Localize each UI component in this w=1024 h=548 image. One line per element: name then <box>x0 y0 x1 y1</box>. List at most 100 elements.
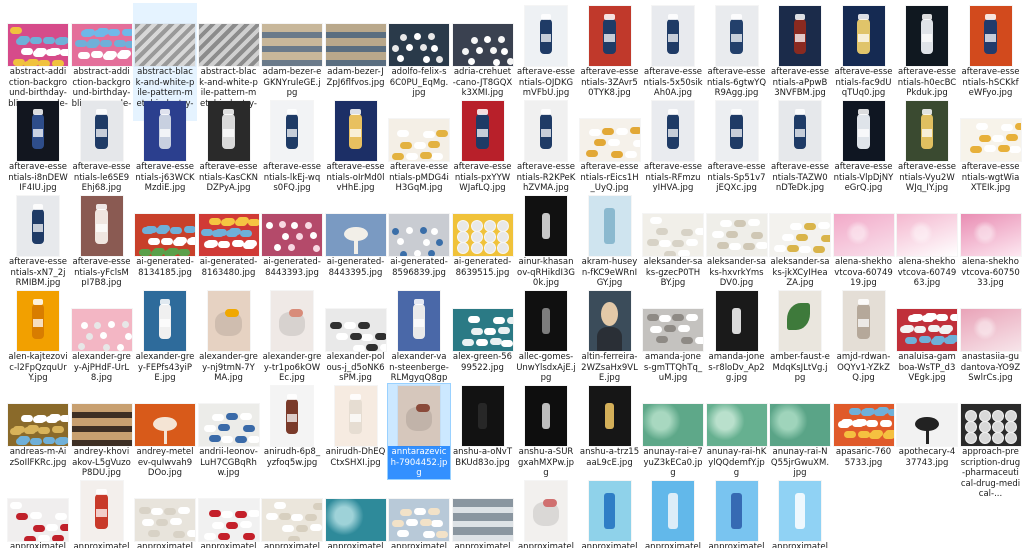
file-item[interactable]: afterave-essentials-6gtwYQR9Agg.jpg <box>705 3 769 100</box>
file-item[interactable]: alexander-grey-FEPfs43yiPE.jpg <box>133 288 197 385</box>
file-item[interactable]: adolfo-felix-s6C0PU_EqMg.jpg <box>387 3 451 100</box>
thumbnail-frame <box>325 4 387 66</box>
file-item[interactable]: anproximately-7.jpg <box>387 478 451 548</box>
file-item[interactable]: anproximately-13.jpg <box>768 478 832 548</box>
file-item[interactable]: anproximately-12.jpg <box>705 478 769 548</box>
file-item[interactable]: afterave-essentials-lkEj-wqs0FQ.jpg <box>260 98 324 195</box>
file-item[interactable]: anunay-rai-NQ55jrGwuXM.jpg <box>768 383 832 480</box>
file-item[interactable]: afterave-essentials-h0ecBCPkduk.jpg <box>895 3 959 100</box>
file-item[interactable]: anproximately-3.jpg <box>133 478 197 548</box>
file-item[interactable]: alena-shekhovtcova-6074919.jpg <box>832 193 896 290</box>
file-item[interactable]: adam-bezer-eGKNYruleGE.jpg <box>260 3 324 100</box>
file-item[interactable]: afterave-essentials-xN7_2jRMIBM.jpg <box>6 193 70 290</box>
file-item[interactable]: anproximately-6.jpg <box>324 478 388 548</box>
file-item[interactable]: andrii-leonov-LuH7CGBqRhw.jpg <box>197 383 261 480</box>
file-item[interactable]: ai-generated-8443395.jpg <box>324 193 388 279</box>
file-item[interactable]: altin-ferreira-2WZsaHx9VLE.jpg <box>578 288 642 385</box>
file-item[interactable]: anproximately-5.jpg <box>260 478 324 548</box>
file-item[interactable]: afterave-essentials-VlpDjNYeGrQ.jpg <box>832 98 896 195</box>
file-item[interactable]: anunay-rai-e7yuZ3kECa0.jpg <box>641 383 705 480</box>
file-item[interactable]: aleksander-saks-jkXCyIHeaZA.jpg <box>768 193 832 290</box>
file-item[interactable]: afterave-essentials-RFmzuyIHVA.jpg <box>641 98 705 195</box>
file-item[interactable]: afterave-essentials-TAZW0nDTeDk.jpg <box>768 98 832 195</box>
thumbnail-frame <box>388 479 450 541</box>
file-item[interactable]: afterave-essentials-aPpwB3NVFBM.jpg <box>768 3 832 100</box>
file-item[interactable]: anunay-rai-hKylQQdemfY.jpg <box>705 383 769 480</box>
image-thumbnail <box>262 214 322 256</box>
file-item[interactable]: ai-generated-8639515.jpg <box>451 193 515 279</box>
file-item[interactable]: aleksander-saks-gzecP0THBY.jpg <box>641 193 705 290</box>
file-item[interactable]: afterave-essentials-yFclsMpI7B8.jpg <box>70 193 134 290</box>
file-item[interactable]: alen-kajtezovic-l2FpQzquUrY.jpg <box>6 288 70 385</box>
file-item[interactable]: alexander-grey-nj9tmN-7YMA.jpg <box>197 288 261 385</box>
file-item[interactable]: adam-bezer-JZpJ6flfvos.jpg <box>324 3 388 89</box>
file-item[interactable]: alexander-grey-AjPHdF-UrL8.jpg <box>70 288 134 385</box>
file-item[interactable]: amanda-jones-gmTTQhTq_uM.jpg <box>641 288 705 385</box>
file-item[interactable]: amber-faust-eMdqKsJLtVg.jpg <box>768 288 832 385</box>
file-item[interactable]: alena-shekhovtcova-6075033.jpg <box>959 193 1023 290</box>
file-name-label: anntarazevich-7904452.jpg <box>388 446 450 479</box>
file-item[interactable]: alex-green-5699522.jpg <box>451 288 515 374</box>
file-item[interactable]: andrey-khoviakov-L5gVuzoP8DU.jpg <box>70 383 134 480</box>
file-item[interactable]: anshu-a-trz15aaL9cE.jpg <box>578 383 642 469</box>
image-thumbnail <box>588 6 631 66</box>
file-item[interactable]: afterave-essentials-R2KPeKhZVMA.jpg <box>514 98 578 195</box>
file-item[interactable]: ai-generated-8596839.jpg <box>387 193 451 279</box>
file-item[interactable]: ai-generated-8443393.jpg <box>260 193 324 279</box>
file-item[interactable]: allec-gomes-UnwYlsdxAjE.jpg <box>514 288 578 385</box>
file-item[interactable]: ainur-khasanov-qRHikdI3G0k.jpg <box>514 193 578 290</box>
file-item[interactable]: afterave-essentials-pMDG4iH3GqM.jpg <box>387 98 451 195</box>
file-item[interactable]: amanda-jones-r8loDv_Ap2g.jpg <box>705 288 769 385</box>
file-item[interactable]: anirudh-6p8_yzfoq5w.jpg <box>260 383 324 469</box>
file-item[interactable]: alena-shekhovtcova-6074963.jpg <box>895 193 959 290</box>
file-item[interactable]: apasaric-7605733.jpg <box>832 383 896 469</box>
file-item[interactable]: anshu-a-SURgxahMXPw.jpg <box>514 383 578 480</box>
file-item[interactable]: afterave-essentials-i8nDEWIF4IU.jpg <box>6 98 70 195</box>
file-item[interactable]: alexander-grey-tr1po6kOWEc.jpg <box>260 288 324 385</box>
file-item[interactable]: afterave-essentials-j63WCKMzdiE.jpg <box>133 98 197 195</box>
file-item[interactable]: apothecary-437743.jpg <box>895 383 959 469</box>
file-item[interactable]: anshu-a-oNvTBKUd83o.jpg <box>451 383 515 469</box>
file-item[interactable]: afterave-essentials-Sp51v7jEQXc.jpg <box>705 98 769 195</box>
thumbnail-frame <box>769 384 831 446</box>
file-item[interactable]: anproximately-9.jpg <box>514 478 578 548</box>
thumbnail-frame <box>452 4 514 66</box>
file-name-label: ainur-khasanov-qRHikdI3G0k.jpg <box>517 257 575 288</box>
file-item[interactable]: afterave-essentials-pxYYWWJafLQ.jpg <box>451 98 515 195</box>
file-item[interactable]: anproximately-2.jpg <box>70 478 134 548</box>
file-item[interactable]: afterave-essentials-rEics1H_UyQ.jpg <box>578 98 642 195</box>
file-item[interactable]: ai-generated-8134185.jpg <box>133 193 197 279</box>
file-item[interactable]: amjd-rdwan-OQYv1-YZkZQ.jpg <box>832 288 896 385</box>
file-item[interactable]: anntarazevich-7904452.jpg <box>387 383 451 480</box>
file-item[interactable]: andrey-metelev-quIwvah9DOo.jpg <box>133 383 197 480</box>
file-item[interactable]: anproximately-8.jpg <box>451 478 515 548</box>
file-item[interactable]: aleksander-saks-hxvrkYmsDV0.jpg <box>705 193 769 290</box>
file-item[interactable]: akram-huseyn-fKC9eWRnIGY.jpg <box>578 193 642 290</box>
file-item[interactable]: alexander-polous-j_d5oNK6sPM.jpg <box>324 288 388 385</box>
file-item[interactable]: anproximately-11.jpg <box>641 478 705 548</box>
file-item[interactable]: anirudh-DhEQCtxSHXI.jpg <box>324 383 388 469</box>
file-item[interactable]: afterave-essentials-KasCKNDZPyA.jpg <box>197 98 261 195</box>
file-item[interactable]: anproximately-10.jpg <box>578 478 642 548</box>
file-item[interactable]: afterave-essentials-wgtWiaXTEIk.jpg <box>959 98 1023 195</box>
thumbnail-frame <box>261 99 323 161</box>
file-item[interactable]: afterave-essentials-le6SE9Ehj68.jpg <box>70 98 134 195</box>
file-item[interactable]: adria-crehuet-cano-JT8GQXk3XMI.jpg <box>451 3 515 100</box>
file-item[interactable]: anastasiia-gudantova-YO9ZSwlrCs.jpg <box>959 288 1023 385</box>
file-item[interactable]: anproximately-4.jpg <box>197 478 261 548</box>
file-item[interactable]: alexander-van-steenberge-RLMgyqQ8gpA.jpg <box>387 288 451 395</box>
file-name-label: adria-crehuet-cano-JT8GQXk3XMI.jpg <box>452 67 513 98</box>
file-item[interactable]: afterave-essentials-Vyu2WWJq_IY.jpg <box>895 98 959 195</box>
file-item[interactable]: afterave-essentials-OJDKGmVFbU.jpg <box>514 3 578 100</box>
file-name-label: aleksander-saks-hxvrkYmsDV0.jpg <box>706 257 767 288</box>
file-item[interactable]: afterave-essentials-fac9dUqTUq0.jpg <box>832 3 896 100</box>
file-item[interactable]: ai-generated-8163480.jpg <box>197 193 261 279</box>
file-item[interactable]: afterave-essentials-5x50sikAh0A.jpg <box>641 3 705 100</box>
file-item[interactable]: analuisa-gamboa-WsTP_d3VEgk.jpg <box>895 288 959 385</box>
file-item[interactable]: approach-prescription-drug-pharmaceutica… <box>959 383 1023 501</box>
file-item[interactable]: andreas-m-AizSoIlFKRc.jpg <box>6 383 70 469</box>
file-item[interactable]: afterave-essentials-hSCKkfeWFyo.jpg <box>959 3 1023 100</box>
file-item[interactable]: afterave-essentials-oIrMd0lvHhE.jpg <box>324 98 388 195</box>
file-item[interactable]: afterave-essentials-3ZAvr50TYK8.jpg <box>578 3 642 100</box>
file-item[interactable]: anproximately-1.jpg <box>6 478 70 548</box>
